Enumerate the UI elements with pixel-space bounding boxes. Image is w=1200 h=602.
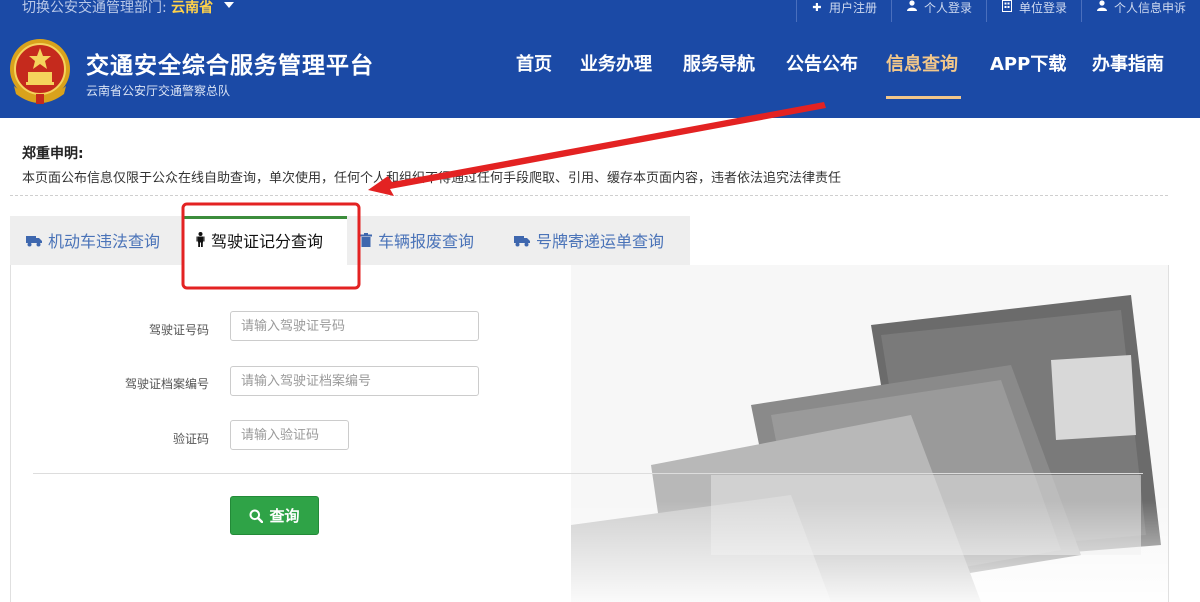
tab-vehicle-violation[interactable]: 机动车违法查询 (26, 216, 160, 265)
nav-item-announcements[interactable]: 公告公布 (786, 50, 858, 76)
account-links: ✚ 用户注册 个人登录 单位登录 个人信息申诉 (795, 0, 1200, 22)
tab-label: 机动车违法查询 (48, 232, 161, 251)
captcha-input[interactable] (230, 420, 349, 450)
top-bar: 切换公安交通管理部门: 云南省 ✚ 用户注册 个人登录 单位登录 个人信息申诉 (0, 0, 1200, 22)
unit-login-link-label: 单位登录 (1018, 1, 1067, 15)
file-no-input[interactable] (230, 366, 479, 396)
site-header: 交通安全综合服务管理平台 云南省公安厅交通警察总队 首页 业务办理 服务导航 公… (0, 22, 1200, 118)
main-nav: 首页 业务办理 服务导航 公告公布 信息查询 APP下载 办事指南 (0, 22, 1200, 118)
nav-item-service-navigation[interactable]: 服务导航 (683, 50, 755, 76)
query-button-label: 查询 (269, 507, 300, 525)
tab-label: 号牌寄递运单查询 (536, 232, 665, 251)
statement-title: 郑重申明: (22, 146, 84, 162)
license-no-input[interactable] (230, 311, 479, 341)
query-tabs: 机动车违法查询 驾驶证记分查询 车辆报废查询 号牌寄递运单查询 (10, 216, 690, 266)
file-no-label: 驾驶证档案编号 (124, 377, 209, 391)
register-link-label: 用户注册 (828, 1, 877, 15)
search-icon (249, 509, 264, 523)
tab-license-points[interactable]: 驾驶证记分查询 (184, 216, 347, 266)
personal-info-appeal-link-label: 个人信息申诉 (1113, 1, 1186, 15)
selected-province[interactable]: 云南省 (171, 0, 213, 16)
nav-item-app-download[interactable]: APP下载 (990, 50, 1066, 76)
dotted-divider (10, 195, 1168, 196)
building-icon (1001, 0, 1013, 17)
unit-login-link[interactable]: 单位登录 (985, 0, 1081, 22)
caret-down-icon (223, 2, 234, 8)
plus-icon: ✚ (812, 1, 822, 14)
query-panel: 驾驶证号码 驾驶证档案编号 验证码 查询 (10, 265, 1169, 602)
query-button[interactable]: 查询 (230, 496, 319, 535)
user-icon (1096, 0, 1108, 16)
trash-icon (360, 216, 372, 268)
personal-info-appeal-link[interactable]: 个人信息申诉 (1080, 0, 1200, 22)
nav-item-business[interactable]: 业务办理 (580, 50, 652, 76)
statement-text: 本页面公布信息仅限于公众在线自助查询，单次使用，任何个人和组织不得通过任何手段爬… (22, 171, 842, 186)
tab-label: 驾驶证记分查询 (211, 232, 324, 251)
department-switcher[interactable]: 切换公安交通管理部门: 云南省 (22, 0, 234, 20)
personal-login-link-label: 个人登录 (923, 1, 972, 15)
captcha-label: 验证码 (172, 432, 209, 446)
tab-label: 车辆报废查询 (378, 232, 475, 251)
tab-plate-shipping[interactable]: 号牌寄递运单查询 (514, 216, 664, 265)
nav-item-guide[interactable]: 办事指南 (1092, 50, 1164, 76)
truck-icon (26, 216, 42, 268)
form-divider (33, 473, 1143, 474)
user-icon (906, 0, 918, 16)
nav-active-underline (886, 96, 961, 99)
personal-login-link[interactable]: 个人登录 (890, 0, 986, 22)
tab-vehicle-scrap[interactable]: 车辆报废查询 (360, 216, 474, 265)
nav-item-info-query[interactable]: 信息查询 (886, 50, 958, 76)
register-link[interactable]: ✚ 用户注册 (795, 0, 891, 22)
department-switch-label: 切换公安交通管理部门: (22, 0, 167, 16)
truck-icon (514, 216, 530, 268)
nav-item-home[interactable]: 首页 (516, 50, 552, 76)
person-icon (196, 219, 205, 265)
license-no-label: 驾驶证号码 (148, 323, 209, 337)
